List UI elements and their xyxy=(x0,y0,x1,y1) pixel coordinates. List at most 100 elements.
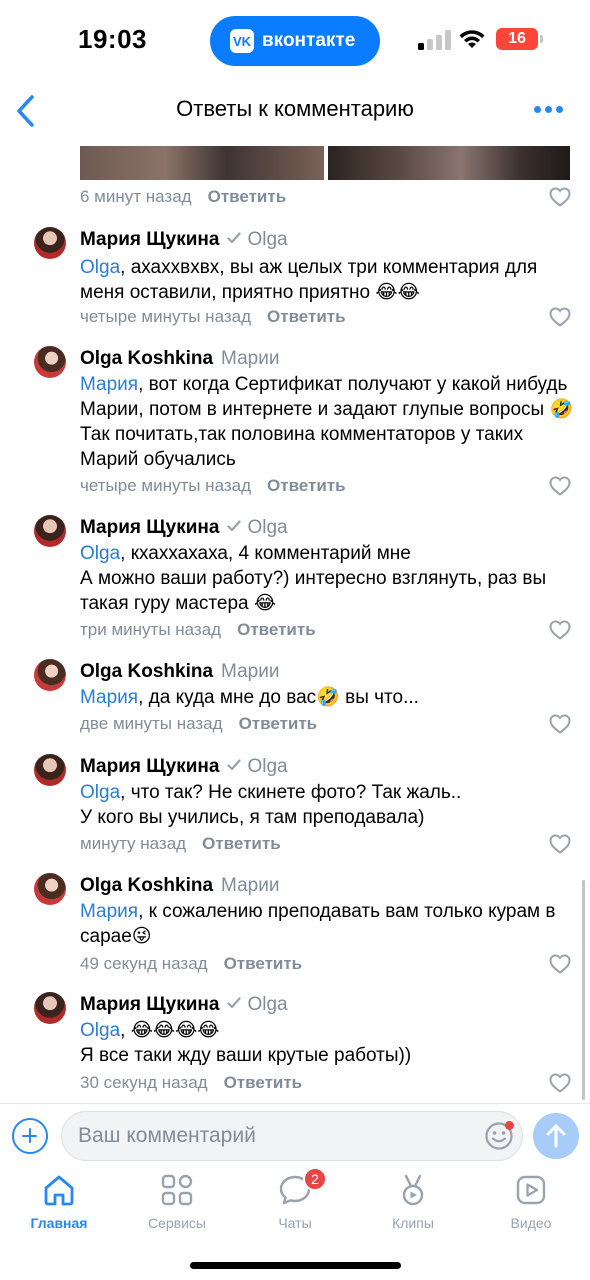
reply-to-name: Olga xyxy=(247,517,288,538)
like-heart-icon[interactable] xyxy=(549,620,571,640)
reply-button[interactable]: Ответить xyxy=(224,1073,303,1092)
comment-meta: 30 секунд назад Ответить xyxy=(80,1073,302,1093)
comment-text: Мария, вот когда Сертификат получают у к… xyxy=(80,374,574,470)
comment-photo[interactable] xyxy=(80,146,324,180)
avatar[interactable] xyxy=(34,754,66,786)
comment-meta: четыре минуты назад Ответить xyxy=(80,307,346,327)
clips-icon xyxy=(402,1174,424,1206)
comment-input[interactable] xyxy=(61,1111,523,1161)
avatar[interactable] xyxy=(34,992,66,1024)
tab-video[interactable]: Видео xyxy=(481,1173,581,1231)
like-heart-icon[interactable] xyxy=(549,476,571,496)
like-heart-icon[interactable] xyxy=(549,954,571,974)
like-heart-icon[interactable] xyxy=(549,307,571,327)
comment-photo-strip[interactable] xyxy=(80,146,570,180)
comment-time: 6 минут назад xyxy=(80,187,192,206)
status-bar: 19:03 VK вконтакте 16 xyxy=(0,0,590,84)
comment-meta: четыре минуты назад Ответить xyxy=(80,476,346,496)
chat-unread-badge: 2 xyxy=(303,1167,327,1191)
reply-button[interactable]: Ответить xyxy=(202,834,281,853)
comment-header: Olga Koshkina Марии xyxy=(80,875,279,897)
reply-button[interactable]: Ответить xyxy=(267,476,346,495)
mention-link[interactable]: Olga xyxy=(80,257,120,278)
tab-clips[interactable]: Клипы xyxy=(363,1173,463,1231)
comment-header: Olga Koshkina Марии xyxy=(80,661,279,683)
like-heart-icon[interactable] xyxy=(549,187,571,207)
comment-time: три минуты назад xyxy=(80,620,222,639)
avatar[interactable] xyxy=(34,659,66,691)
author-name[interactable]: Olga Koshkina xyxy=(80,661,213,682)
home-indicator[interactable] xyxy=(190,1262,401,1269)
comment-time: две минуты назад xyxy=(80,714,223,733)
author-name[interactable]: Мария Щукина xyxy=(80,517,219,538)
comment-header: Мария Щукина Olga xyxy=(80,994,288,1016)
reply-button[interactable]: Ответить xyxy=(237,620,316,639)
avatar[interactable] xyxy=(34,873,66,905)
comment-composer xyxy=(0,1103,590,1167)
reply-button[interactable]: Ответить xyxy=(208,187,287,206)
mention-link[interactable]: Olga xyxy=(80,1020,120,1041)
comment-meta: 49 секунд назад Ответить xyxy=(80,954,302,974)
reply-to-name: Марии xyxy=(221,661,280,682)
more-options-icon[interactable] xyxy=(534,106,564,116)
verified-check-icon xyxy=(227,232,242,244)
reply-button[interactable]: Ответить xyxy=(224,954,303,973)
comment-meta: минуту назад Ответить xyxy=(80,834,281,854)
mention-link[interactable]: Olga xyxy=(80,543,120,564)
nav-header: Ответы к комментарию xyxy=(0,84,590,140)
comment-text: Olga, 😂😂😂😂 Я все таки жду ваши крутые раб… xyxy=(80,1020,412,1066)
vk-app-label: вконтакте xyxy=(262,30,356,51)
tab-services[interactable]: Сервисы xyxy=(127,1173,227,1231)
author-name[interactable]: Мария Щукина xyxy=(80,756,219,777)
mention-link[interactable]: Мария xyxy=(80,687,138,708)
reply-button[interactable]: Ответить xyxy=(239,714,318,733)
mention-link[interactable]: Мария xyxy=(80,901,138,922)
vk-app-pill[interactable]: VK вконтакте xyxy=(210,16,380,66)
comment-meta: три минуты назад Ответить xyxy=(80,620,316,640)
verified-check-icon xyxy=(227,520,242,532)
author-name[interactable]: Olga Koshkina xyxy=(80,875,213,896)
cellular-signal-icon xyxy=(418,30,451,50)
mention-link[interactable]: Мария xyxy=(80,374,138,395)
mention-link[interactable]: Olga xyxy=(80,782,120,803)
scrollbar[interactable] xyxy=(582,880,585,1100)
vk-logo-icon: VK xyxy=(230,29,254,53)
author-name[interactable]: Мария Щукина xyxy=(80,229,219,250)
tab-home[interactable]: Главная xyxy=(9,1173,109,1231)
comment-header: Мария Щукина Olga xyxy=(80,517,288,539)
tab-label: Сервисы xyxy=(147,1215,206,1231)
comment-text: Olga, что так? Не скинете фото? Так жаль… xyxy=(80,782,462,828)
avatar[interactable] xyxy=(34,515,66,547)
comment-photo[interactable] xyxy=(328,146,570,180)
status-time: 19:03 xyxy=(78,24,147,54)
tab-label: Видео xyxy=(510,1215,552,1231)
attach-plus-button[interactable] xyxy=(12,1118,48,1154)
avatar[interactable] xyxy=(34,227,66,259)
reply-button[interactable]: Ответить xyxy=(267,307,346,326)
comment-time: четыре минуты назад xyxy=(80,307,252,326)
comment-time: 30 секунд назад xyxy=(80,1073,208,1092)
like-heart-icon[interactable] xyxy=(549,714,571,734)
page-title: Ответы к комментарию xyxy=(176,96,414,121)
services-icon xyxy=(161,1174,193,1206)
home-icon xyxy=(44,1175,74,1206)
like-heart-icon[interactable] xyxy=(549,834,571,854)
comment-header: Мария Щукина Olga xyxy=(80,229,288,251)
verified-check-icon xyxy=(227,997,242,1009)
author-name[interactable]: Мария Щукина xyxy=(80,994,219,1015)
verified-check-icon xyxy=(227,759,242,771)
tab-chats[interactable]: 2 Чаты xyxy=(245,1167,345,1231)
video-icon xyxy=(516,1175,546,1205)
comment-text: Olga, ахаххвхвх, вы аж целых три коммент… xyxy=(80,257,538,303)
reply-to-name: Olga xyxy=(247,756,288,777)
send-arrow-icon[interactable] xyxy=(533,1113,579,1159)
reply-to-name: Olga xyxy=(247,229,288,250)
reply-to-name: Марии xyxy=(221,348,280,369)
comment-time: минуту назад xyxy=(80,834,187,853)
tab-label: Клипы xyxy=(392,1215,434,1231)
avatar[interactable] xyxy=(34,346,66,378)
reply-to-name: Марии xyxy=(221,875,280,896)
like-heart-icon[interactable] xyxy=(549,1073,571,1093)
author-name[interactable]: Olga Koshkina xyxy=(80,348,213,369)
tab-label: Главная xyxy=(30,1215,88,1231)
